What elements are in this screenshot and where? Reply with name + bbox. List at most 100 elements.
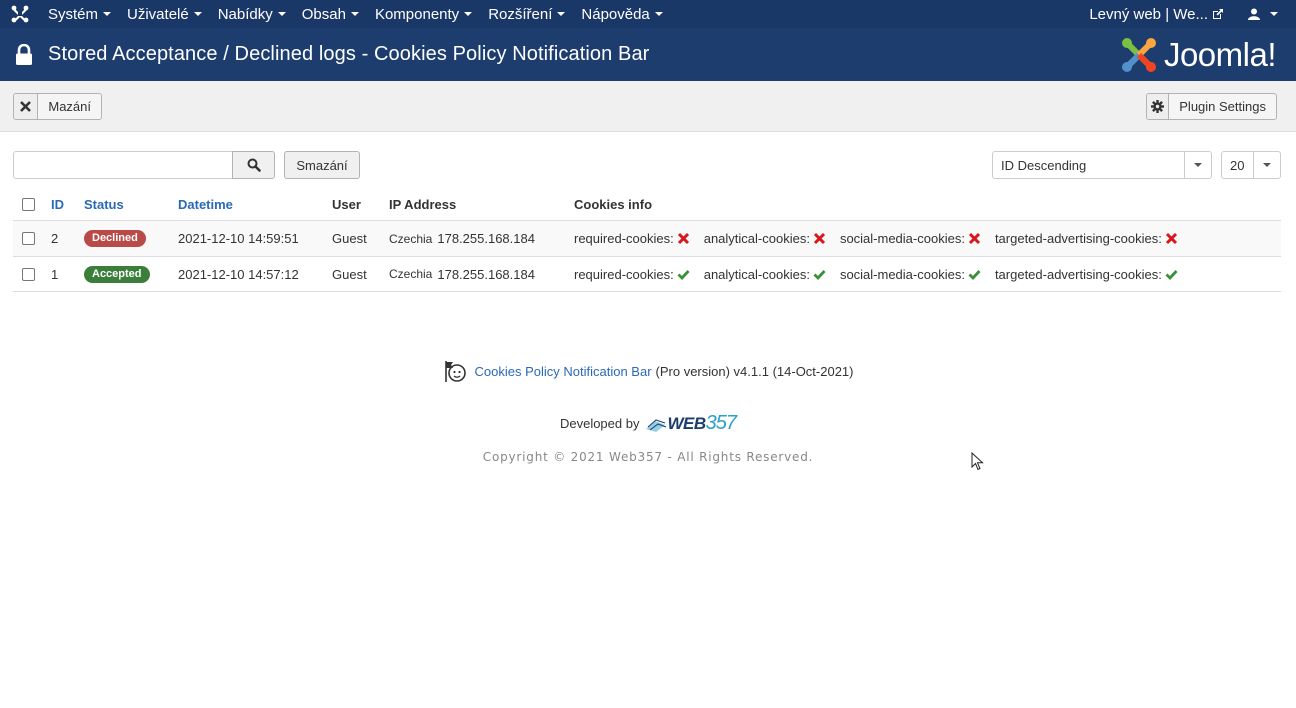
gear-icon bbox=[1147, 94, 1170, 119]
column-header-cookies: Cookies info bbox=[574, 196, 653, 212]
caret-down-icon bbox=[1270, 12, 1278, 16]
product-link[interactable]: Cookies Policy Notification Bar bbox=[475, 364, 652, 379]
cross-icon bbox=[677, 232, 689, 245]
delete-button[interactable]: Mazání bbox=[13, 93, 102, 120]
plugin-settings-button[interactable]: Plugin Settings bbox=[1146, 93, 1277, 120]
chevron-down-icon bbox=[1184, 152, 1211, 178]
menu-components[interactable]: Komponenty bbox=[367, 0, 480, 28]
search-icon bbox=[247, 158, 261, 172]
ordering-select[interactable]: ID Descending bbox=[992, 151, 1212, 179]
mouse-cursor-icon bbox=[971, 452, 984, 471]
navbar-right: Levný web | We... bbox=[1089, 0, 1296, 28]
row-checkbox[interactable] bbox=[22, 232, 35, 245]
web357-logo[interactable]: WEB 357 bbox=[645, 412, 737, 435]
row-country: Czechia bbox=[389, 267, 433, 281]
site-link[interactable]: Levný web | We... bbox=[1089, 6, 1248, 23]
caret-down-icon bbox=[277, 12, 286, 16]
row-user: Guest bbox=[332, 266, 367, 282]
search-input[interactable] bbox=[13, 151, 233, 179]
caret-down-icon bbox=[654, 12, 663, 16]
menu-label: Uživatelé bbox=[127, 5, 189, 23]
row-cookies-info: required-cookies: analytical-cookies: so… bbox=[574, 221, 1192, 256]
joomla-brand-text: Joomla! bbox=[1163, 35, 1277, 73]
page-header: Stored Acceptance / Declined logs - Cook… bbox=[0, 28, 1296, 81]
clear-label: Smazání bbox=[296, 157, 348, 173]
close-icon bbox=[14, 94, 39, 119]
row-country: Czechia bbox=[389, 231, 433, 246]
check-icon bbox=[1165, 269, 1178, 280]
table-row: 1 Accepted 2021-12-10 14:57:12 Guest Cze… bbox=[13, 256, 1281, 292]
footer-product-line: Cookies Policy Notification Bar (Pro ver… bbox=[0, 359, 1296, 383]
menu-extensions[interactable]: Rozšíření bbox=[480, 0, 573, 28]
cross-icon bbox=[813, 232, 825, 245]
cookie-label: analytical-cookies: bbox=[703, 266, 810, 282]
column-header-datetime[interactable]: Datetime bbox=[178, 188, 233, 220]
joomla-logo-icon[interactable] bbox=[0, 0, 40, 28]
limit-select[interactable]: 20 bbox=[1221, 151, 1281, 179]
column-header-ip: IP Address bbox=[389, 196, 457, 212]
menu-label: Systém bbox=[48, 5, 99, 23]
cookie-label: analytical-cookies: bbox=[703, 231, 810, 246]
caret-down-icon bbox=[350, 12, 359, 16]
row-user: Guest bbox=[332, 231, 367, 246]
cookie-label: required-cookies: bbox=[574, 266, 674, 282]
menu-label: Rozšíření bbox=[488, 5, 553, 23]
cross-icon bbox=[1165, 232, 1177, 245]
select-all-checkbox[interactable] bbox=[22, 197, 35, 211]
developed-by-label: Developed by bbox=[559, 416, 640, 431]
row-ip: 178.255.168.184 bbox=[437, 266, 535, 282]
site-label: Levný web | We... bbox=[1089, 5, 1208, 23]
caret-down-icon bbox=[193, 12, 202, 16]
ordering-value: ID Descending bbox=[1001, 157, 1087, 173]
cookie-label: social-media-cookies: bbox=[839, 266, 965, 282]
table-header-row: ID Status Datetime User IP Address Cooki… bbox=[13, 188, 1281, 220]
row-id: 2 bbox=[51, 231, 59, 246]
settings-label: Plugin Settings bbox=[1179, 99, 1266, 114]
cross-icon bbox=[968, 232, 980, 245]
footer-developed-by: Developed by WEB 357 bbox=[0, 412, 1296, 435]
caret-down-icon bbox=[557, 12, 566, 16]
check-icon bbox=[813, 269, 826, 280]
row-ip: 178.255.168.184 bbox=[437, 231, 535, 246]
menu-label: Nabídky bbox=[217, 5, 273, 23]
menu-content[interactable]: Obsah bbox=[294, 0, 367, 28]
cookie-label: targeted-advertising-cookies: bbox=[994, 266, 1162, 282]
web357-mark-icon bbox=[646, 418, 667, 432]
column-header-id[interactable]: ID bbox=[51, 188, 64, 220]
delete-label: Mazání bbox=[48, 99, 91, 114]
cookie-flag-icon bbox=[444, 361, 466, 382]
limit-value: 20 bbox=[1230, 157, 1245, 173]
lock-icon bbox=[0, 43, 48, 66]
menu-system[interactable]: Systém bbox=[40, 0, 119, 28]
menu-label: Nápověda bbox=[581, 5, 650, 23]
menu-menus[interactable]: Nabídky bbox=[210, 0, 294, 28]
user-menu[interactable] bbox=[1248, 8, 1296, 20]
chevron-down-icon bbox=[1253, 152, 1280, 178]
check-icon bbox=[677, 269, 690, 280]
web357-text: WEB bbox=[667, 413, 706, 433]
menu-help[interactable]: Nápověda bbox=[573, 0, 670, 28]
joomla-brand-icon bbox=[1121, 37, 1156, 72]
row-datetime: 2021-12-10 14:59:51 bbox=[178, 231, 299, 246]
menu-users[interactable]: Uživatelé bbox=[119, 0, 210, 28]
toolbar: Mazání Plugin Settings bbox=[0, 81, 1296, 132]
check-icon bbox=[968, 269, 981, 280]
cookie-label: targeted-advertising-cookies: bbox=[994, 231, 1162, 246]
menu-label: Obsah bbox=[301, 5, 346, 23]
row-id: 1 bbox=[51, 266, 59, 282]
cookie-label: social-media-cookies: bbox=[839, 231, 965, 246]
column-header-user: User bbox=[332, 196, 361, 212]
row-cookies-info: required-cookies: analytical-cookies: so… bbox=[574, 257, 1192, 291]
version-text: (Pro version) v4.1.1 (14-Oct-2021) bbox=[655, 363, 854, 379]
page-title: Stored Acceptance / Declined logs - Cook… bbox=[48, 43, 650, 65]
caret-down-icon bbox=[464, 12, 473, 16]
web357-number: 357 bbox=[705, 412, 737, 434]
clear-button[interactable]: Smazání bbox=[284, 151, 360, 179]
caret-down-icon bbox=[103, 12, 112, 16]
table-row: 2 Declined 2021-12-10 14:59:51 Guest Cze… bbox=[13, 220, 1281, 256]
row-datetime: 2021-12-10 14:57:12 bbox=[178, 266, 299, 282]
column-header-status[interactable]: Status bbox=[84, 188, 124, 220]
row-checkbox[interactable] bbox=[22, 267, 35, 281]
search-button[interactable] bbox=[232, 151, 275, 179]
joomla-brand: Joomla! bbox=[1120, 36, 1296, 74]
